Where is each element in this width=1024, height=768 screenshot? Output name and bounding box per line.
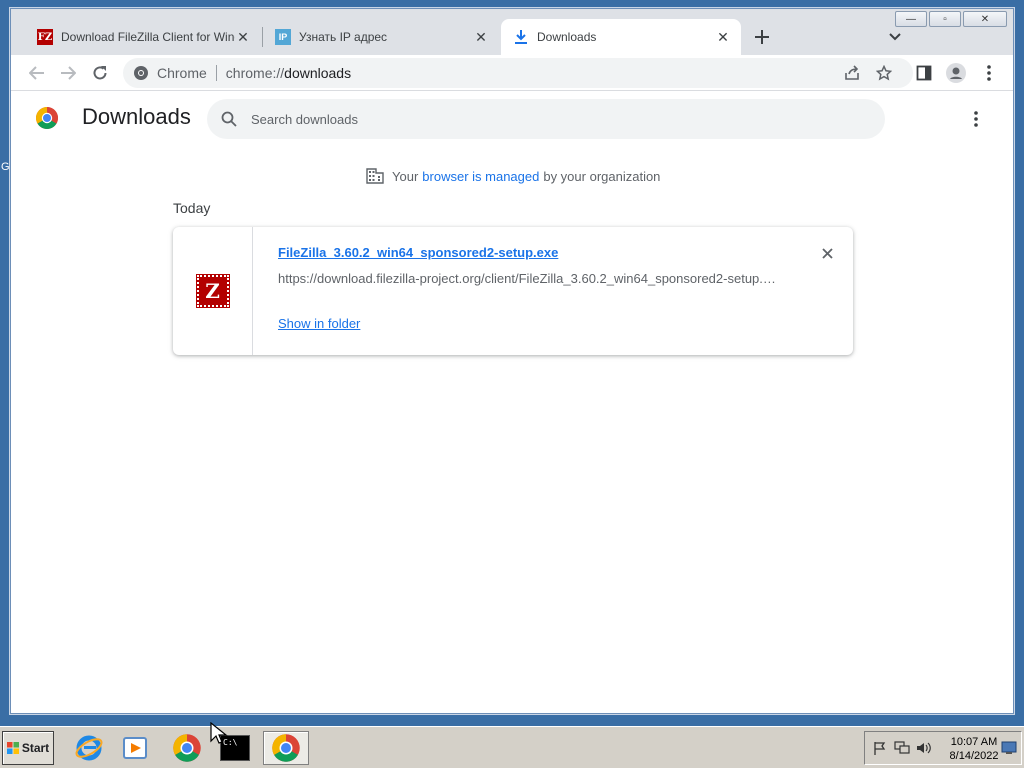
clock-time: 10:07 AM (950, 736, 998, 748)
kebab-menu-icon (987, 65, 991, 81)
side-panel-button[interactable] (912, 61, 936, 85)
taskbar-chrome[interactable] (164, 731, 210, 765)
building-icon (366, 168, 384, 184)
clock-date: 8/14/2022 (949, 750, 999, 762)
url-scheme: chrome:// (225, 65, 285, 81)
show-desktop-icon[interactable] (1001, 741, 1017, 755)
taskbar-media-player[interactable] (112, 731, 158, 765)
maximize-icon: ▫ (943, 13, 947, 25)
desktop-text: G (1, 161, 10, 173)
chevron-down-icon (889, 33, 901, 41)
kebab-menu-icon (974, 111, 978, 127)
back-arrow-icon (29, 66, 44, 80)
media-player-icon (123, 737, 147, 759)
tab-title: Download FileZilla Client for Windows (61, 30, 235, 44)
network-icon[interactable] (893, 739, 911, 757)
star-icon (876, 65, 892, 81)
share-icon (845, 65, 859, 80)
managed-prefix: Your (392, 168, 419, 184)
close-icon (821, 247, 833, 259)
side-panel-icon (916, 65, 932, 81)
forward-arrow-icon (61, 66, 76, 80)
internet-explorer-icon (75, 735, 103, 761)
show-in-folder-link[interactable]: Show in folder (278, 316, 360, 331)
download-icon (513, 29, 529, 45)
profile-button[interactable] (944, 61, 968, 85)
back-button[interactable] (25, 61, 49, 85)
close-icon: ✕ (980, 13, 990, 25)
chrome-icon (173, 734, 201, 762)
chrome-icon (272, 734, 300, 762)
taskbar-chrome-active[interactable] (263, 731, 309, 765)
search-icon (221, 111, 237, 127)
taskbar-internet-explorer[interactable] (66, 731, 112, 765)
taskbar: Start C:\ 10:07 AM 8/14/2022 (0, 726, 1024, 768)
page-title: Downloads (82, 104, 191, 129)
tab-strip: — ▫ ✕ FZ Download FileZilla Client for W… (11, 9, 1013, 55)
avatar-icon (946, 63, 966, 83)
reload-icon (93, 66, 107, 80)
address-bar[interactable]: Chrome chrome://downloads (123, 58, 913, 88)
download-item: Z FileZilla_3.60.2_win64_sponsored2-setu… (173, 227, 853, 355)
search-downloads[interactable] (207, 99, 885, 139)
ip-favicon-icon: IP (275, 29, 291, 45)
windows-flag-icon (6, 742, 19, 754)
search-input[interactable] (251, 111, 851, 127)
tab-title: Downloads (537, 30, 597, 44)
forward-button[interactable] (56, 61, 80, 85)
file-icon-column: Z (173, 227, 253, 355)
downloads-page: Downloads Your browser is managed by you… (11, 92, 1013, 713)
managed-link[interactable]: browser is managed (422, 169, 539, 184)
toolbar: Chrome chrome://downloads (11, 55, 1013, 91)
volume-icon[interactable] (915, 739, 933, 757)
minimize-icon: — (906, 13, 916, 25)
chrome-site-icon (134, 66, 148, 80)
file-name-link[interactable]: FileZilla_3.60.2_win64_sponsored2-setup.… (278, 245, 558, 260)
mouse-cursor-icon (210, 722, 228, 744)
start-label: Start (21, 741, 50, 755)
omnibox-divider (215, 65, 217, 81)
managed-suffix: by your organization (543, 168, 661, 184)
tab-close-icon[interactable]: ✕ (235, 29, 251, 45)
tab-title: Узнать IP адрес (299, 30, 388, 44)
window-controls: — ▫ ✕ (895, 11, 1007, 27)
url-path: downloads (284, 65, 352, 81)
page-menu-button[interactable] (966, 107, 986, 131)
close-window-button[interactable]: ✕ (963, 11, 1007, 27)
start-button[interactable]: Start (2, 731, 54, 765)
managed-notice: Your browser is managed by your organiza… (366, 168, 660, 184)
file-url[interactable]: https://download.filezilla-project.org/c… (278, 271, 778, 286)
browser-menu-button[interactable] (977, 61, 1001, 85)
bookmark-button[interactable] (872, 61, 896, 85)
tab-ip-address[interactable]: IP Узнать IP адрес ✕ (263, 19, 499, 55)
action-center-flag-icon[interactable] (871, 739, 889, 757)
tab-downloads[interactable]: Downloads ✕ (501, 19, 741, 55)
reload-button[interactable] (88, 61, 112, 85)
filezilla-favicon-icon: FZ (37, 29, 53, 45)
date-header: Today (173, 200, 211, 216)
tab-close-icon[interactable]: ✕ (715, 29, 731, 45)
minimize-button[interactable]: — (895, 11, 927, 27)
clock[interactable]: 10:07 AM 8/14/2022 (945, 735, 1003, 763)
site-chip: Chrome (157, 65, 207, 81)
tab-filezilla[interactable]: FZ Download FileZilla Client for Windows… (25, 19, 261, 55)
remove-download-button[interactable] (817, 243, 837, 263)
system-tray: 10:07 AM 8/14/2022 (864, 731, 1022, 765)
tab-close-icon[interactable]: ✕ (473, 29, 489, 45)
new-tab-button[interactable] (751, 26, 773, 48)
filezilla-file-icon: Z (195, 274, 230, 308)
maximize-button[interactable]: ▫ (929, 11, 961, 27)
browser-window: — ▫ ✕ FZ Download FileZilla Client for W… (10, 8, 1014, 714)
share-button[interactable] (840, 61, 864, 85)
tab-search-button[interactable] (885, 27, 905, 47)
plus-icon (755, 30, 769, 44)
chrome-logo-icon (36, 107, 58, 129)
